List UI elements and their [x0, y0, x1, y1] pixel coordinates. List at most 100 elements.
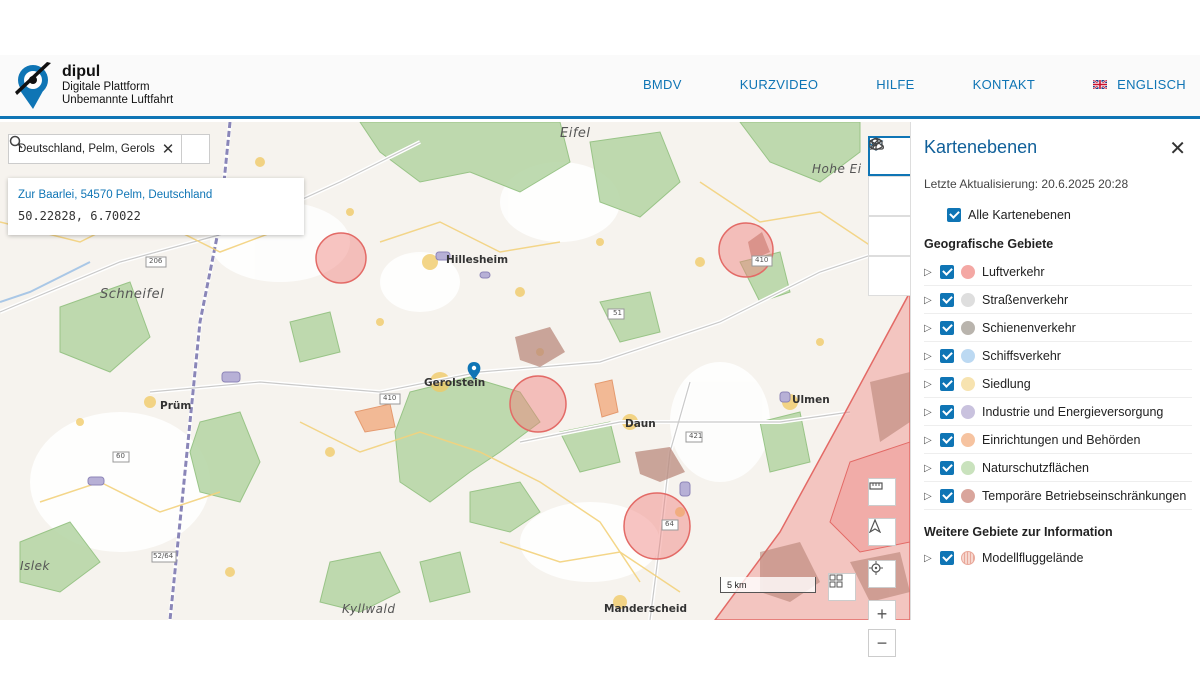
brand-name: dipul — [62, 63, 101, 80]
layer-swatch — [961, 433, 975, 447]
map-tools — [868, 136, 910, 296]
all-layers-label: Alle Kartenebenen — [968, 208, 1071, 222]
search-button[interactable] — [9, 134, 209, 164]
layer-label: Industrie und Energieversorgung — [982, 405, 1164, 419]
search-input[interactable]: Deutschland, Pelm, Gerols — [9, 143, 155, 155]
layer-label: Luftverkehr — [982, 265, 1045, 279]
checkbox-checked[interactable] — [940, 433, 954, 447]
checkbox-checked[interactable] — [940, 321, 954, 335]
expand-icon[interactable]: ▷ — [924, 379, 940, 390]
layer-row[interactable]: ▷ Schienenverkehr — [924, 321, 1192, 335]
layer-swatch — [961, 265, 975, 279]
expand-icon[interactable]: ▷ — [924, 295, 940, 306]
layer-swatch — [961, 405, 975, 419]
ruler-icon — [869, 482, 883, 490]
layer-swatch — [961, 489, 975, 503]
language-label: ENGLISCH — [1117, 77, 1186, 92]
nav-hilfe[interactable]: HILFE — [847, 77, 943, 92]
layer-label: Schiffsverkehr — [982, 349, 1061, 363]
map-region-label: Hohe Ei — [812, 162, 862, 176]
layer-row[interactable]: ▷ Luftverkehr — [924, 265, 1192, 279]
expand-icon[interactable]: ▷ — [924, 491, 940, 502]
all-layers-toggle[interactable]: Alle Kartenebenen — [947, 208, 1200, 222]
result-coordinates: 50.22828, 6.70022 — [18, 209, 141, 223]
checkbox-checked[interactable] — [940, 405, 954, 419]
location-search: Deutschland, Pelm, Gerols ✕ — [8, 134, 210, 164]
app-window: dipul Digitale Plattform Unbemannte Luft… — [0, 55, 1200, 657]
locate-button[interactable] — [868, 560, 896, 588]
layer-label: Naturschutzflächen — [982, 461, 1090, 475]
divider — [924, 285, 1192, 286]
clear-search-icon[interactable]: ✕ — [155, 140, 181, 158]
road-number: 60 — [116, 452, 125, 460]
layer-row[interactable]: ▷ Naturschutzflächen — [924, 461, 1192, 475]
draw-tool-button[interactable] — [868, 138, 910, 216]
expand-icon[interactable]: ▷ — [924, 407, 940, 418]
nav-kurzvideo[interactable]: KURZVIDEO — [711, 77, 848, 92]
zoom-in-button[interactable]: + — [868, 600, 896, 620]
checkbox-checked[interactable] — [940, 349, 954, 363]
divider — [924, 369, 1192, 370]
map-region-label: Kyllwald — [342, 602, 396, 616]
checkbox-checked[interactable] — [940, 377, 954, 391]
brand-subtitle-1: Digitale Plattform — [62, 81, 150, 93]
divider — [924, 425, 1192, 426]
header: dipul Digitale Plattform Unbemannte Luft… — [0, 55, 1200, 119]
zoom-out-button[interactable]: − — [868, 629, 896, 657]
3d-tool-button[interactable] — [868, 137, 910, 296]
measure-button[interactable] — [868, 478, 896, 506]
layer-row[interactable]: ▷ Industrie und Energieversorgung — [924, 405, 1192, 419]
road-number: 410 — [755, 256, 769, 264]
map-town-label: Gerolstein — [424, 377, 486, 389]
layer-label: Temporäre Betriebseinschränkungen — [982, 489, 1187, 503]
expand-icon[interactable]: ▷ — [924, 351, 940, 362]
search-result[interactable]: Zur Baarlei, 54570 Pelm, Deutschland 50.… — [8, 178, 304, 235]
layers-panel: Kartenebenen ✕ Letzte Aktualisierung: 20… — [910, 122, 1200, 620]
checkbox-checked[interactable] — [940, 551, 954, 565]
map-town-label: Manderscheid — [604, 603, 688, 615]
north-button[interactable] — [868, 518, 896, 546]
main-nav: BMDV KURZVIDEO HILFE KONTAKT ENGLISCH — [614, 77, 1186, 92]
layer-swatch — [961, 461, 975, 475]
layer-row[interactable]: ▷ Siedlung — [924, 377, 1192, 391]
basemap-button[interactable] — [828, 573, 856, 601]
map-region-label: Islek — [20, 559, 50, 573]
checkbox-checked[interactable] — [940, 461, 954, 475]
expand-icon[interactable]: ▷ — [924, 553, 940, 564]
close-icon[interactable]: ✕ — [1169, 136, 1186, 161]
layer-label: Einrichtungen und Behörden — [982, 433, 1141, 447]
checkbox-checked[interactable] — [940, 489, 954, 503]
expand-icon[interactable]: ▷ — [924, 267, 940, 278]
divider — [924, 341, 1192, 342]
nav-bmdv[interactable]: BMDV — [614, 77, 711, 92]
checkbox-checked[interactable] — [940, 293, 954, 307]
layer-row[interactable]: ▷ Modellfluggelände — [924, 551, 1192, 565]
grid-icon — [829, 574, 843, 588]
result-address[interactable]: Zur Baarlei, 54570 Pelm, Deutschland — [18, 189, 212, 201]
road-number: 206 — [149, 257, 163, 265]
road-number: 52/64 — [153, 552, 174, 560]
language-switch[interactable]: ENGLISCH — [1064, 77, 1186, 92]
checkbox-checked[interactable] — [940, 265, 954, 279]
road-number: 410 — [383, 394, 397, 402]
checkbox-checked[interactable] — [947, 208, 961, 222]
weather-tool-button[interactable] — [868, 138, 910, 256]
map-town-label: Prüm — [160, 400, 192, 412]
divider — [924, 397, 1192, 398]
expand-icon[interactable]: ▷ — [924, 323, 940, 334]
map-scale: 5 km — [720, 577, 816, 593]
layer-row[interactable]: ▷ Einrichtungen und Behörden — [924, 433, 1192, 447]
map-view[interactable]: Eifel Hohe Ei Schneifel Islek Kyllwald H… — [0, 122, 910, 620]
road-number: 64 — [665, 520, 674, 528]
dipul-logo[interactable] — [14, 59, 56, 113]
panel-title: Kartenebenen — [924, 137, 1038, 157]
layer-row[interactable]: ▷ Straßenverkehr — [924, 293, 1192, 307]
compass-arrow-icon — [869, 519, 881, 533]
expand-icon[interactable]: ▷ — [924, 435, 940, 446]
layer-row[interactable]: ▷ Temporäre Betriebseinschränkungen — [924, 489, 1192, 503]
layer-row[interactable]: ▷ Schiffsverkehr — [924, 349, 1192, 363]
expand-icon[interactable]: ▷ — [924, 463, 940, 474]
brand-subtitle-2: Unbemannte Luftfahrt — [62, 94, 174, 106]
road-number: 421 — [689, 432, 703, 440]
nav-kontakt[interactable]: KONTAKT — [944, 77, 1065, 92]
